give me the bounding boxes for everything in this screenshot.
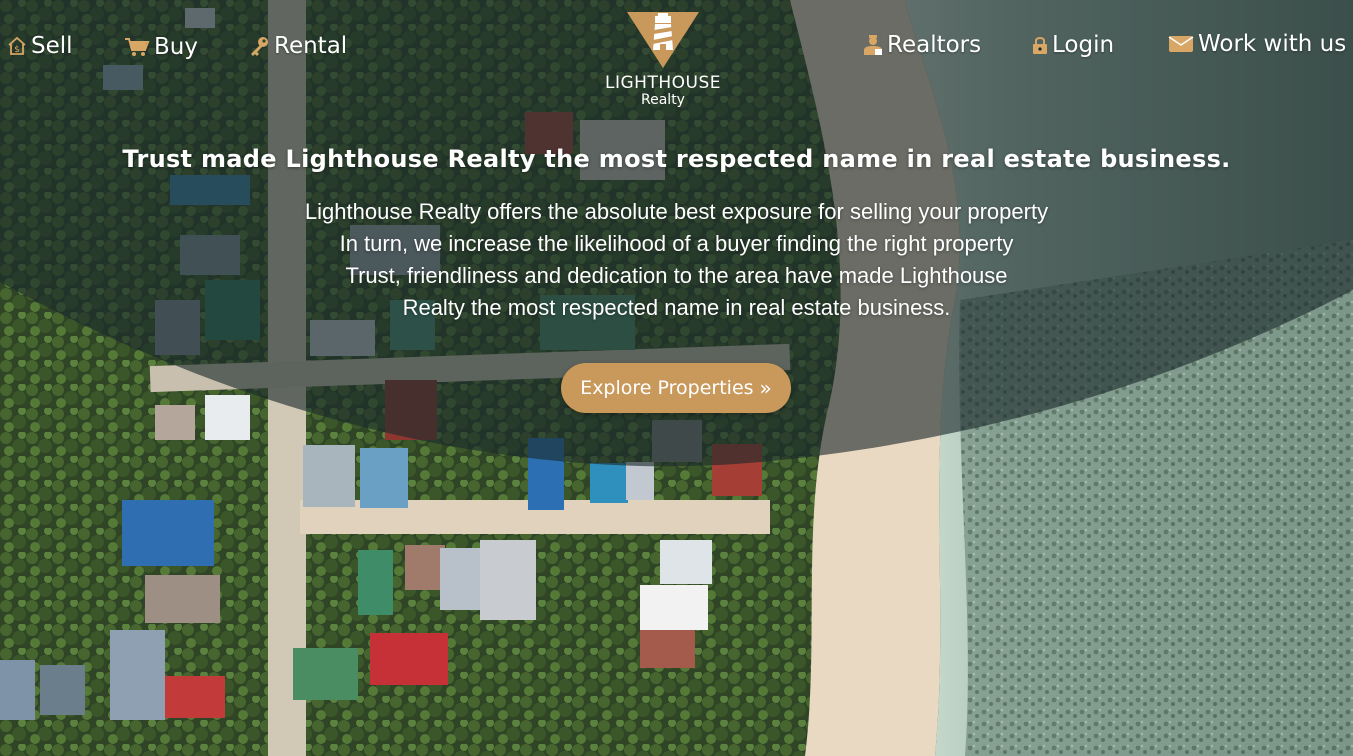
hero-description-line: Realty the most respected name in real e… [402,295,951,320]
logo-brand-text: LIGHTHOUSE [605,73,721,93]
key-icon [248,35,270,57]
hero-description-line: Trust, friendliness and dedication to th… [345,263,1008,288]
nav-login-link[interactable]: Login [1032,32,1114,58]
logo[interactable]: LIGHTHOUSE Realty [603,10,723,108]
nav-work-link[interactable]: Work with us [1168,31,1346,57]
nav-rental-link[interactable]: Rental [248,33,347,59]
double-chevron-right-icon: » [759,376,772,400]
explore-properties-button[interactable]: Explore Properties » [561,363,791,413]
nav-realtors-label: Realtors [887,32,982,58]
nav-rental-label: Rental [274,33,348,59]
nav-work-label: Work with us [1198,31,1347,57]
lock-icon [1032,35,1048,55]
nav-sell-label: Sell [31,33,73,59]
lighthouse-icon [627,12,699,68]
hero-description-line: In turn, we increase the likelihood of a… [339,231,1014,256]
hero-title: Trust made Lighthouse Realty the most re… [122,145,1231,173]
explore-properties-label: Explore Properties [580,377,754,399]
cart-icon [124,36,150,58]
realtor-icon [863,34,883,56]
page: $ Sell Buy Rental LIGHTHOUSE Realty Real… [0,0,1353,756]
nav-realtors-link[interactable]: Realtors [863,32,981,58]
nav-sell-link[interactable]: $ Sell [7,33,73,59]
nav-buy-label: Buy [154,34,198,60]
nav-login-label: Login [1052,32,1115,58]
hero-description: Lighthouse Realty offers the absolute be… [0,196,1353,324]
svg-text:$: $ [14,45,20,55]
hero-description-line: Lighthouse Realty offers the absolute be… [304,199,1049,224]
envelope-icon [1168,34,1194,54]
logo-sub-text: Realty [641,92,685,108]
nav-buy-link[interactable]: Buy [124,34,198,60]
house-dollar-icon: $ [7,36,27,56]
